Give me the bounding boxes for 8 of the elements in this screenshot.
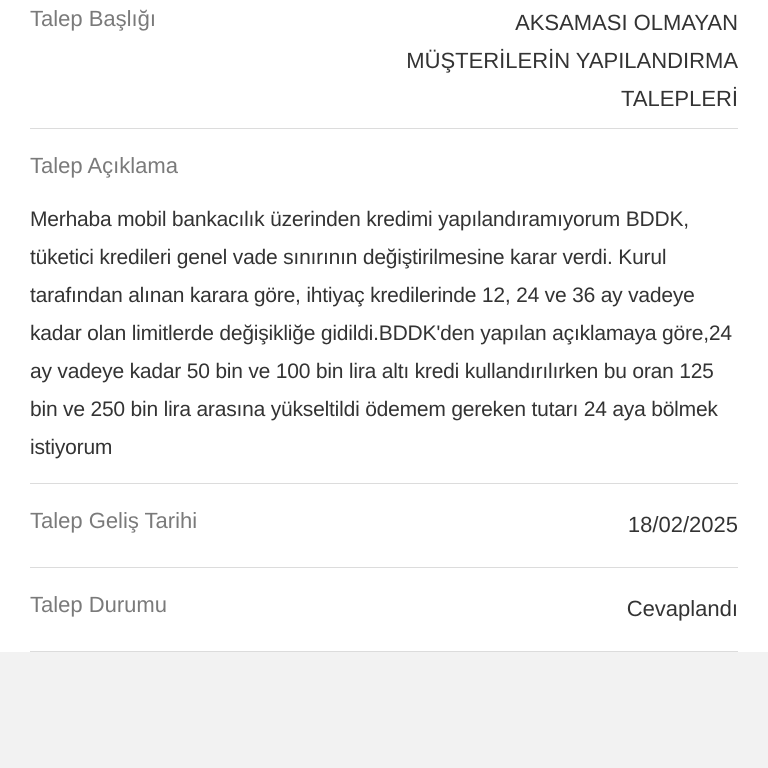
field-label: Talep Başlığı [30,5,156,33]
field-value: Cevaplandı [626,595,738,623]
field-label: Talep Açıklama [30,152,179,180]
field-value: AKSAMASI OLMAYAN MÜŞTERİLERİN YAPILANDIRMA TALEPLERİ [405,9,738,113]
field-label: Talep Durumu [30,591,167,619]
field-value: 18/02/2025 [628,511,738,539]
field-value: Merhaba mobil bankacılık üzerinden kredimi yapılandıramıyorum BDDK, tüketici kredileri genel vade sınırının değiştirilmesine karar verdi. Kurul tarafından alınan karara göre, ihtiyaç kredilerinde 12, 24 ve 36 ay vadeye kadar olan limitlerde değişikliğe gidildi.BDDK'den yapılan açıklamaya göre,24 ay vadeye kadar 50 bin ve 100 bin lira altı kredi kullandırılırken bu oran 125 bin ve 250 bin lira arasına yükseltildi ödemem gereken tutarı 24 aya bölmek istiyorum [30,207,733,461]
field-label: Talep Geliş Tarihi [30,507,198,535]
